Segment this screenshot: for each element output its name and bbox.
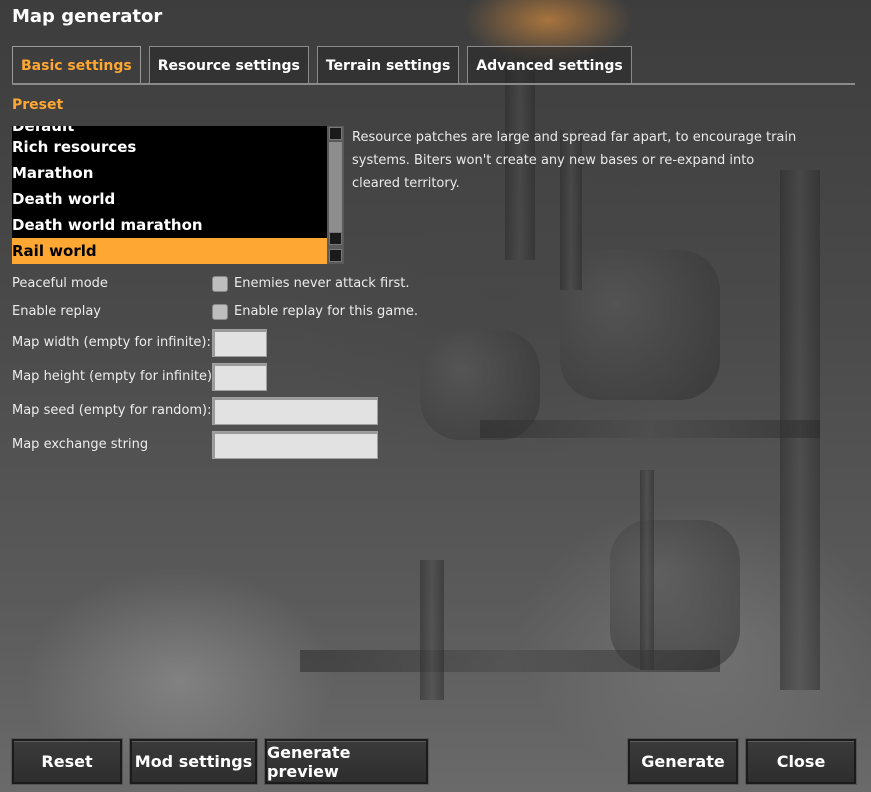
mod-settings-button[interactable]: Mod settings [130,739,257,784]
map-exchange-string-input[interactable] [212,431,378,459]
preset-label: Preset [12,97,64,113]
tab-resource-settings[interactable]: Resource settings [148,46,309,84]
preset-description: Resource patches are large and spread fa… [352,130,797,191]
tab-bar: Basic settings Resource settings Terrain… [12,46,640,84]
map-width-input[interactable] [212,329,267,357]
scroll-thumb-end [329,232,342,245]
enable-replay-description: Enable replay for this game. [234,304,418,319]
scroll-down-button[interactable] [329,249,342,262]
map-height-input[interactable] [212,363,267,391]
preset-item-death-world-marathon[interactable]: Death world marathon [12,212,327,238]
preset-item-rail-world[interactable]: Rail world [12,238,327,264]
reset-button[interactable]: Reset [12,739,122,784]
background-art [0,0,871,792]
scroll-thumb[interactable] [329,142,342,232]
tab-terrain-settings[interactable]: Terrain settings [316,46,460,84]
map-height-label: Map height (empty for infinite): [12,369,217,384]
tab-advanced-settings[interactable]: Advanced settings [467,46,632,84]
map-seed-input[interactable] [212,397,378,425]
preset-item-death-world[interactable]: Death world [12,186,327,212]
close-button[interactable]: Close [746,739,856,784]
tab-basic-settings[interactable]: Basic settings [12,46,141,84]
scroll-up-button[interactable] [329,127,342,140]
preset-item-marathon[interactable]: Marathon [12,160,327,186]
map-seed-label: Map seed (empty for random): [12,403,212,418]
peaceful-mode-description: Enemies never attack first. [234,276,410,291]
map-width-label: Map width (empty for infinite): [12,335,211,350]
enable-replay-checkbox[interactable] [212,304,228,320]
peaceful-mode-checkbox[interactable] [212,276,228,292]
generate-button[interactable]: Generate [628,739,738,784]
preset-list[interactable]: Default Rich resources Marathon Death wo… [12,126,344,264]
preset-item-rich-resources[interactable]: Rich resources [12,134,327,160]
preset-scrollbar[interactable] [327,126,344,264]
generate-preview-button[interactable]: Generate preview [265,739,428,784]
enable-replay-label: Enable replay [12,304,101,319]
tab-divider [12,83,855,85]
peaceful-mode-label: Peaceful mode [12,276,108,291]
window-title: Map generator [12,6,163,27]
map-exchange-string-label: Map exchange string [12,437,149,452]
